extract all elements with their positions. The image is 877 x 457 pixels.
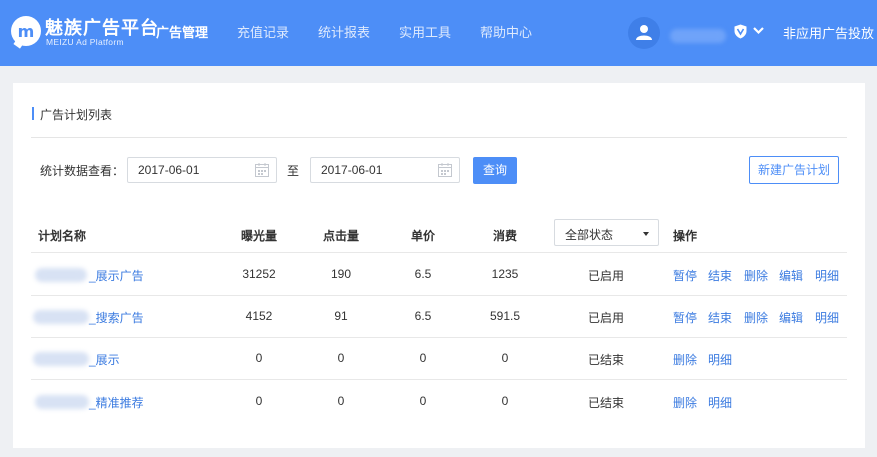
end-date-value: 2017-06-01 — [321, 163, 383, 177]
end-link[interactable]: 结束 — [708, 267, 732, 284]
title-accent-bar — [32, 107, 34, 120]
col-header-clicks: 点击量 — [323, 229, 360, 243]
detail-link[interactable]: 明细 — [708, 394, 732, 411]
username-redacted[interactable] — [670, 29, 726, 43]
plan-name-redacted — [33, 352, 89, 366]
plan-name-link[interactable]: _精准推荐 — [89, 394, 144, 411]
clicks-value: 190 — [330, 267, 352, 281]
plan-name-link[interactable]: _展示 — [89, 351, 120, 368]
nav-statistics-reports[interactable]: 统计报表 — [318, 22, 370, 41]
spend-value: 0 — [501, 351, 509, 365]
nav-ad-management[interactable]: 广告管理 — [156, 22, 208, 41]
status-badge: 已启用 — [588, 269, 625, 283]
detail-link[interactable]: 明细 — [708, 351, 732, 368]
impressions-value: 0 — [255, 351, 263, 365]
chevron-down-icon[interactable] — [752, 24, 765, 37]
ad-plan-list-card: 广告计划列表 统计数据查看： 2017-06-01 至 2017-06-01 查… — [13, 83, 865, 448]
card-title: 广告计划列表 — [40, 108, 113, 122]
detail-link[interactable]: 明细 — [815, 267, 839, 284]
nav-utility-tools[interactable]: 实用工具 — [399, 22, 451, 41]
status-filter-value: 全部状态 — [565, 228, 614, 242]
detail-link[interactable]: 明细 — [815, 309, 839, 326]
clicks-value: 91 — [334, 309, 348, 323]
col-header-spend: 消费 — [493, 229, 518, 243]
query-button[interactable]: 查询 — [473, 157, 517, 184]
user-icon — [636, 25, 652, 40]
pause-link[interactable]: 暂停 — [673, 309, 697, 326]
delete-link[interactable]: 删除 — [744, 309, 768, 326]
col-header-plan-name: 计划名称 — [38, 229, 87, 243]
unit-price-value: 6.5 — [414, 309, 432, 323]
brand-subtitle: MEIZU Ad Platform — [46, 37, 124, 47]
impressions-value: 0 — [255, 394, 263, 408]
end-date-input[interactable]: 2017-06-01 — [310, 157, 460, 183]
meizu-logo-icon[interactable]: m — [11, 16, 41, 49]
clicks-value: 0 — [337, 351, 345, 365]
spend-value: 1235 — [491, 267, 519, 281]
shield-icon[interactable] — [734, 24, 747, 39]
unit-price-value: 0 — [419, 351, 427, 365]
impressions-value: 31252 — [242, 267, 276, 281]
date-range-separator: 至 — [287, 164, 300, 178]
end-link[interactable]: 结束 — [708, 309, 732, 326]
nonapp-ad-link[interactable]: 非应用广告投放 — [783, 23, 874, 42]
status-badge: 已结束 — [588, 396, 625, 410]
unit-price-value: 6.5 — [414, 267, 432, 281]
status-badge: 已启用 — [588, 311, 625, 325]
spend-value: 0 — [501, 394, 509, 408]
pause-link[interactable]: 暂停 — [673, 267, 697, 284]
table-divider — [31, 379, 847, 380]
col-header-impressions: 曝光量 — [241, 229, 278, 243]
plan-name-redacted — [35, 268, 87, 282]
plan-name-link[interactable]: _展示广告 — [89, 267, 144, 284]
spend-value: 591.5 — [489, 309, 521, 323]
start-date-input[interactable]: 2017-06-01 — [127, 157, 277, 183]
status-badge: 已结束 — [588, 353, 625, 367]
plan-name-link[interactable]: _搜索广告 — [89, 309, 144, 326]
col-header-unit-price: 单价 — [411, 229, 436, 243]
table-divider — [31, 295, 847, 296]
edit-link[interactable]: 编辑 — [779, 267, 803, 284]
nav-recharge-records[interactable]: 充值记录 — [237, 22, 289, 41]
impressions-value: 4152 — [245, 309, 273, 323]
edit-link[interactable]: 编辑 — [779, 309, 803, 326]
card-divider — [31, 137, 847, 138]
filter-label: 统计数据查看： — [40, 164, 125, 178]
new-ad-plan-button[interactable]: 新建广告计划 — [749, 156, 839, 184]
col-header-operations: 操作 — [673, 229, 698, 243]
delete-link[interactable]: 删除 — [673, 351, 697, 368]
unit-price-value: 0 — [419, 394, 427, 408]
calendar-icon[interactable] — [438, 163, 452, 177]
top-navigation-bar: m 魅族广告平台 MEIZU Ad Platform 广告管理 充值记录 统计报… — [0, 0, 877, 66]
logo-letter: m — [17, 22, 35, 41]
status-filter-select[interactable]: 全部状态 — [554, 219, 659, 246]
plan-name-redacted — [33, 310, 89, 324]
table-divider — [31, 252, 847, 253]
clicks-value: 0 — [337, 394, 345, 408]
nav-help-center[interactable]: 帮助中心 — [480, 22, 532, 41]
user-avatar[interactable] — [628, 17, 660, 49]
start-date-value: 2017-06-01 — [138, 163, 200, 177]
delete-link[interactable]: 删除 — [673, 394, 697, 411]
plan-name-redacted — [35, 395, 89, 409]
caret-down-icon — [643, 232, 649, 236]
table-divider — [31, 337, 847, 338]
delete-link[interactable]: 删除 — [744, 267, 768, 284]
calendar-icon[interactable] — [255, 163, 269, 177]
